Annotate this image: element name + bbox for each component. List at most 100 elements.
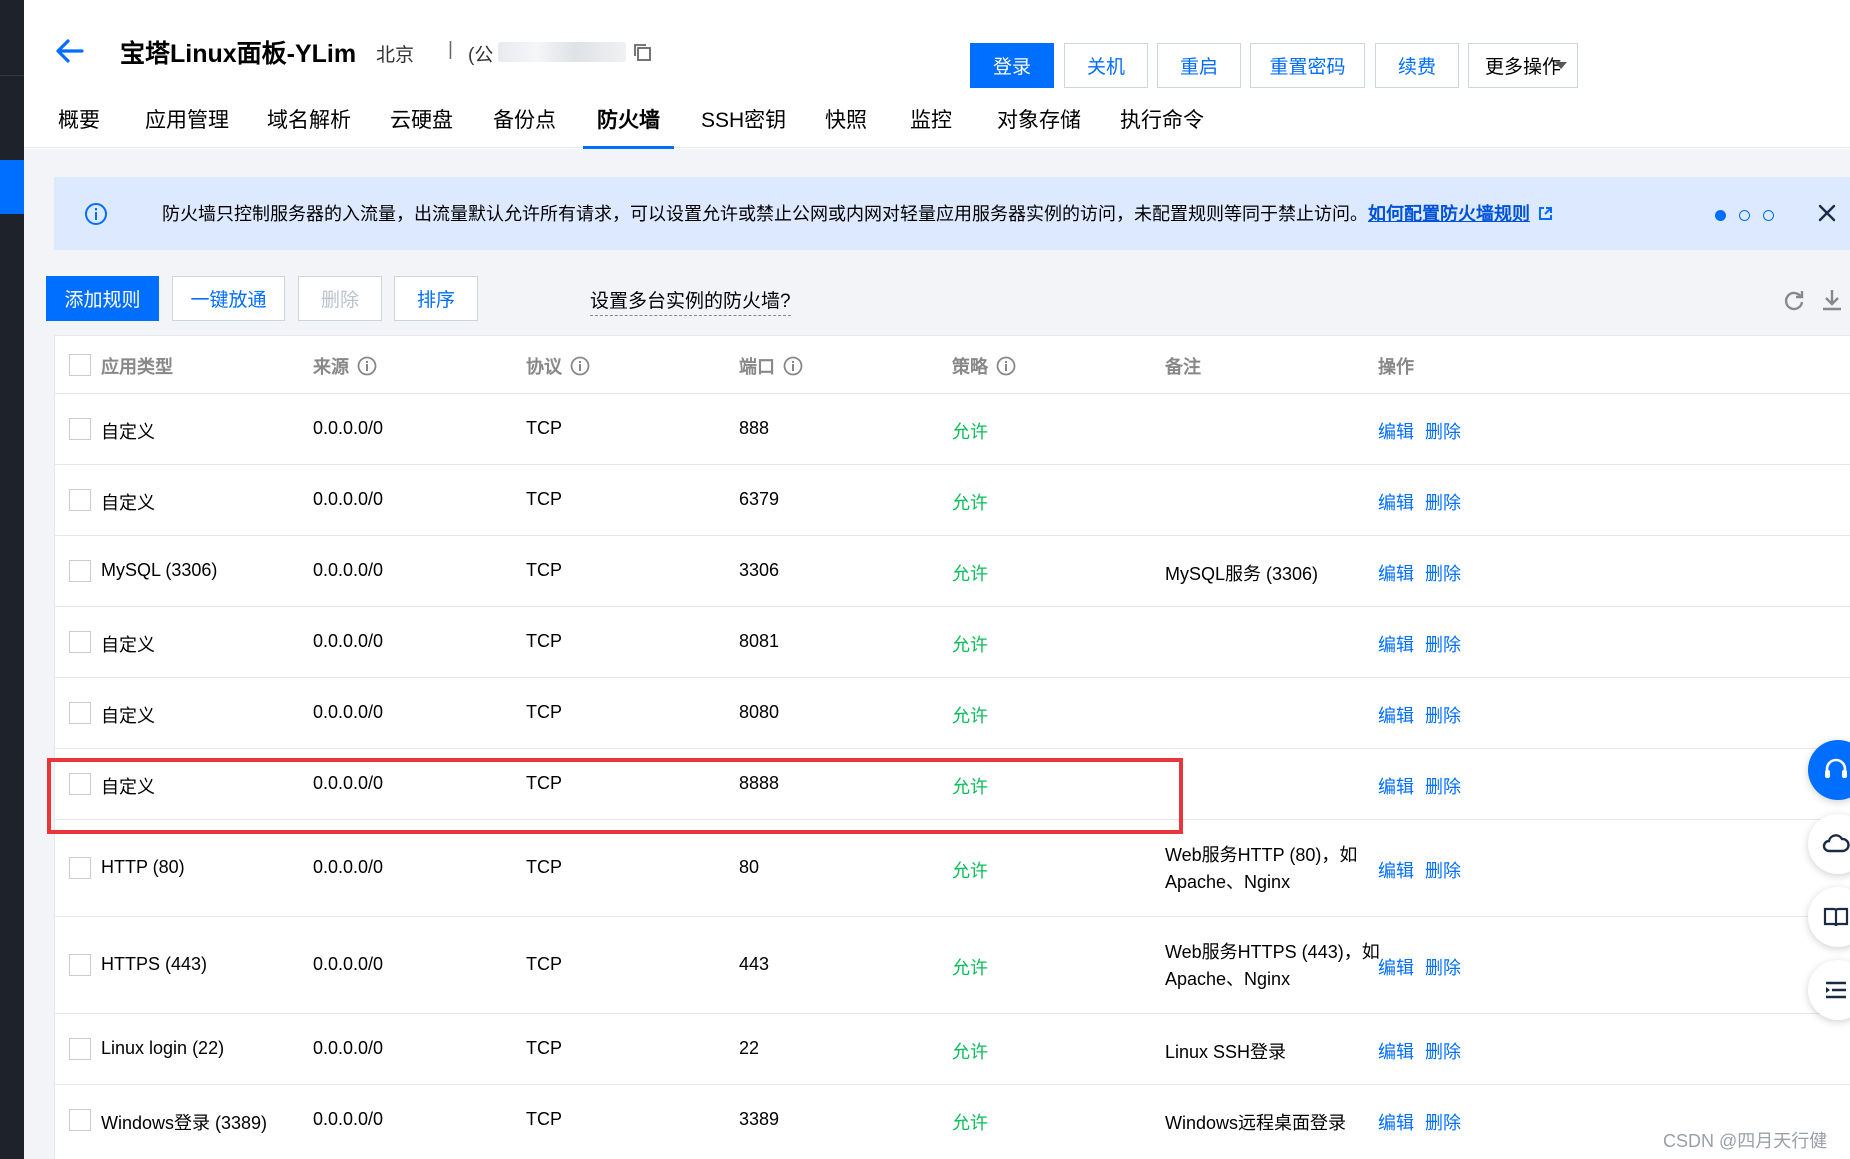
info-icon[interactable] xyxy=(357,356,377,376)
refresh-icon[interactable] xyxy=(1782,288,1806,312)
col-port: 端口 xyxy=(739,353,803,379)
delete-link[interactable]: 删除 xyxy=(1425,631,1461,657)
col-source: 来源 xyxy=(313,353,377,379)
delete-button[interactable]: 删除 xyxy=(298,276,382,321)
edit-link[interactable]: 编辑 xyxy=(1378,418,1414,444)
delete-link[interactable]: 删除 xyxy=(1425,1109,1461,1135)
delete-link[interactable]: 删除 xyxy=(1425,773,1461,799)
col-app-type-label: 应用类型 xyxy=(101,357,173,377)
login-button[interactable]: 登录 xyxy=(970,43,1054,88)
info-icon[interactable] xyxy=(996,356,1016,376)
row-checkbox[interactable] xyxy=(69,560,91,582)
delete-link[interactable]: 删除 xyxy=(1425,1038,1461,1064)
shutdown-button[interactable]: 关机 xyxy=(1064,43,1148,88)
edit-link[interactable]: 编辑 xyxy=(1378,489,1414,515)
cell-source: 0.0.0.0/0 xyxy=(313,489,384,509)
table-row: HTTPS (443) 0.0.0.0/0 TCP 443 允许 Web服务HT… xyxy=(55,917,1850,1014)
edit-link[interactable]: 编辑 xyxy=(1378,1109,1414,1135)
edit-link[interactable]: 编辑 xyxy=(1378,631,1414,657)
table-header: 应用类型 来源 协议 端口 策略 备注 操作 xyxy=(55,336,1850,394)
delete-link[interactable]: 删除 xyxy=(1425,857,1461,883)
download-icon[interactable] xyxy=(1821,288,1843,312)
tab-ssh-keys[interactable]: SSH密钥 xyxy=(701,104,786,148)
cell-app-type: 自定义 xyxy=(101,635,155,655)
instance-header: 宝塔Linux面板-YLim 北京 | (公 登录 关机 重启 重置密码 续费 … xyxy=(24,0,1850,150)
sort-button[interactable]: 排序 xyxy=(394,276,478,321)
close-icon[interactable] xyxy=(1817,203,1837,223)
notice-page-dot-1[interactable] xyxy=(1715,210,1726,221)
tab-backup[interactable]: 备份点 xyxy=(493,104,556,148)
row-checkbox[interactable] xyxy=(69,631,91,653)
cell-policy: 允许 xyxy=(952,958,988,978)
open-all-button[interactable]: 一键放通 xyxy=(172,276,285,321)
cell-app-type: Windows登录 (3389) xyxy=(101,1113,268,1133)
delete-link[interactable]: 删除 xyxy=(1425,560,1461,586)
cell-note: Windows远程桌面登录 xyxy=(1165,1113,1347,1133)
edit-link[interactable]: 编辑 xyxy=(1378,702,1414,728)
cell-app-type: HTTPS (443) xyxy=(101,954,208,974)
add-rule-button[interactable]: 添加规则 xyxy=(46,276,159,321)
tab-cloud-disk[interactable]: 云硬盘 xyxy=(390,104,453,148)
row-checkbox[interactable] xyxy=(69,418,91,440)
firewall-content: 防火墙只控制服务器的入流量，出流量默认允许所有请求，可以设置允许或禁止公网或内网… xyxy=(24,149,1850,1159)
cell-source: 0.0.0.0/0 xyxy=(313,1109,384,1129)
col-policy-label: 策略 xyxy=(952,357,988,377)
multi-instance-firewall-link[interactable]: 设置多台实例的防火墙? xyxy=(590,286,791,316)
external-link-icon[interactable] xyxy=(1538,206,1553,221)
firewall-help-link[interactable]: 如何配置防火墙规则 xyxy=(1368,204,1530,224)
tab-dns[interactable]: 域名解析 xyxy=(267,104,351,148)
row-checkbox[interactable] xyxy=(69,857,91,879)
table-row: Linux login (22) 0.0.0.0/0 TCP 22 允许 Lin… xyxy=(55,1014,1850,1085)
notice-page-dot-3[interactable] xyxy=(1763,210,1774,221)
cell-app-type: 自定义 xyxy=(101,777,155,797)
copy-icon[interactable] xyxy=(633,43,653,63)
notice-page-dot-2[interactable] xyxy=(1739,210,1750,221)
tab-overview[interactable]: 概要 xyxy=(58,104,100,148)
delete-link[interactable]: 删除 xyxy=(1425,418,1461,444)
row-checkbox[interactable] xyxy=(69,954,91,976)
back-arrow-icon[interactable] xyxy=(52,34,86,68)
info-icon[interactable] xyxy=(570,356,590,376)
cell-port: 8888 xyxy=(739,773,780,793)
row-checkbox[interactable] xyxy=(69,489,91,511)
restart-button[interactable]: 重启 xyxy=(1157,43,1241,88)
info-icon[interactable] xyxy=(783,356,803,376)
cell-port: 3389 xyxy=(739,1109,780,1129)
more-actions-dropdown[interactable]: 更多操作 xyxy=(1468,43,1578,88)
edit-link[interactable]: 编辑 xyxy=(1378,1038,1414,1064)
tab-app-management[interactable]: 应用管理 xyxy=(145,104,229,148)
table-row: 自定义 0.0.0.0/0 TCP 8081 允许 编辑 删除 xyxy=(55,607,1850,678)
cell-protocol: TCP xyxy=(526,631,562,651)
edit-link[interactable]: 编辑 xyxy=(1378,560,1414,586)
edit-link[interactable]: 编辑 xyxy=(1378,773,1414,799)
tab-object-storage[interactable]: 对象存储 xyxy=(997,104,1081,148)
edit-link[interactable]: 编辑 xyxy=(1378,954,1414,980)
cell-protocol: TCP xyxy=(526,1038,562,1058)
tab-snapshot[interactable]: 快照 xyxy=(825,104,867,148)
select-all-checkbox[interactable] xyxy=(69,354,91,376)
row-checkbox[interactable] xyxy=(69,1038,91,1060)
reset-password-button[interactable]: 重置密码 xyxy=(1250,43,1365,88)
info-icon xyxy=(85,203,107,225)
delete-link[interactable]: 删除 xyxy=(1425,489,1461,515)
renew-button[interactable]: 续费 xyxy=(1375,43,1459,88)
cell-source: 0.0.0.0/0 xyxy=(313,857,384,877)
row-checkbox[interactable] xyxy=(69,773,91,795)
cell-app-type: Linux login (22) xyxy=(101,1038,225,1058)
cell-policy: 允许 xyxy=(952,1113,988,1133)
col-protocol: 协议 xyxy=(526,353,590,379)
col-note-label: 备注 xyxy=(1165,357,1201,377)
sidebar-active-indicator[interactable] xyxy=(0,160,24,214)
delete-link[interactable]: 删除 xyxy=(1425,954,1461,980)
row-checkbox[interactable] xyxy=(69,1109,91,1131)
row-checkbox[interactable] xyxy=(69,702,91,724)
caret-down-icon xyxy=(1555,62,1567,69)
tab-monitoring[interactable]: 监控 xyxy=(910,104,952,148)
delete-link[interactable]: 删除 xyxy=(1425,702,1461,728)
tab-run-command[interactable]: 执行命令 xyxy=(1120,104,1204,148)
col-app-type: 应用类型 xyxy=(101,353,173,379)
tab-firewall[interactable]: 防火墙 xyxy=(583,104,674,150)
edit-link[interactable]: 编辑 xyxy=(1378,857,1414,883)
cell-policy: 允许 xyxy=(952,706,988,726)
cell-policy: 允许 xyxy=(952,493,988,513)
